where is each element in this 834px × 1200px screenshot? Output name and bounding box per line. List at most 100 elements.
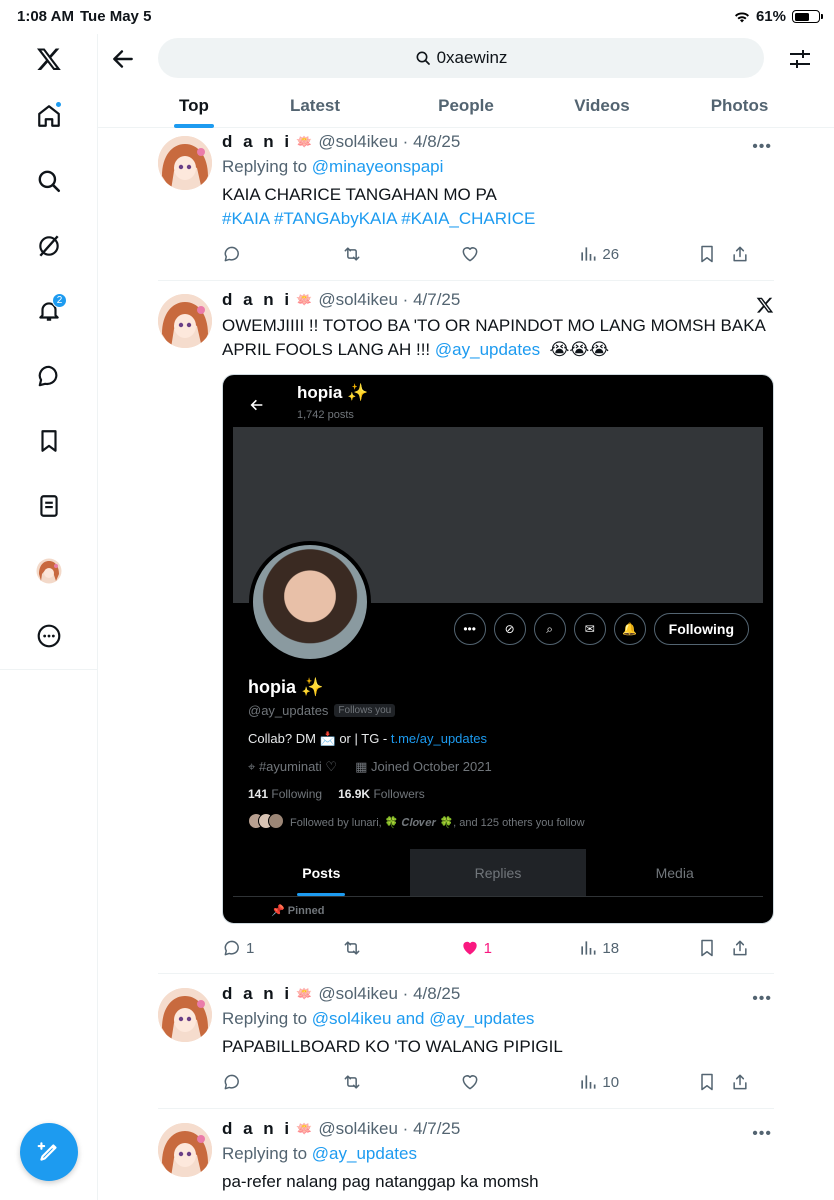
author-name[interactable]: d a n i [222,984,292,1004]
views-count: 10 [602,1073,620,1091]
repost-button[interactable] [341,936,451,960]
author-avatar[interactable] [158,136,212,190]
heart-filled-icon [462,941,477,955]
tab-latest[interactable]: Latest [230,84,400,128]
tweet-date[interactable]: 4/8/25 [413,132,460,152]
mention-link[interactable]: @ay_updates [435,340,540,359]
reply-icon [224,246,239,262]
tweet[interactable]: d a n i 🪷 @sol4ikeu · 4/7/25 ••• Replyin… [158,1115,774,1200]
profile-name: hopia ✨ [248,677,324,697]
location-icon: ⌖ #ayuminati ♡ [248,759,338,774]
author-handle[interactable]: @sol4ikeu [318,290,398,310]
reply-button[interactable] [222,242,332,266]
message-icon: ✉ [573,613,606,645]
x-logo-icon[interactable] [29,39,69,79]
author-handle[interactable]: @sol4ikeu [318,132,398,152]
tweet-media-image[interactable]: hopia ✨ 1,742 posts ••• ⊘ ⌕ ✉ 🔔 Followin… [222,374,774,924]
repost-icon [344,247,360,261]
tweet[interactable]: d a n i 🪷 @sol4ikeu · 4/8/25 ••• Replyin… [158,980,774,1108]
back-arrow-icon [250,399,263,411]
repost-icon [344,941,360,955]
share-button[interactable] [730,242,754,266]
tweet-date[interactable]: 4/7/25 [413,1119,460,1139]
bookmark-button[interactable] [697,242,721,266]
views-button[interactable]: 18 [578,936,688,960]
notifications-badge: 2 [52,293,67,308]
explore-search-icon[interactable] [29,161,69,201]
profile-tabs: Posts Replies Media [233,849,763,897]
share-button[interactable] [730,1070,754,1094]
more-options-icon[interactable]: ••• [752,1125,772,1143]
reply-button[interactable] [222,1070,332,1094]
repost-icon [344,1075,360,1089]
repost-button[interactable] [341,1070,451,1094]
profile-screenshot: hopia ✨ 1,742 posts ••• ⊘ ⌕ ✉ 🔔 Followin… [233,381,763,923]
profile-meta: ⌖ #ayuminati ♡ ▦ Joined October 2021 [248,759,492,775]
views-button[interactable]: 26 [578,242,688,266]
home-notification-dot [55,101,62,108]
tweet[interactable]: d a n i 🪷 @sol4ikeu · 4/7/25 OWEMJIIII !… [158,286,774,966]
status-date: Tue May 5 [80,8,152,25]
lotus-emoji: 🪷 [296,1121,313,1136]
grok-icon: ⊘ [493,613,526,645]
repost-button[interactable] [341,242,451,266]
bookmark-button[interactable] [697,1070,721,1094]
compose-post-button[interactable] [20,1123,78,1181]
tab-photos[interactable]: Photos [672,84,807,128]
like-button[interactable] [460,242,570,266]
tweet-date[interactable]: 4/8/25 [413,984,460,1004]
notifications-bell-icon[interactable]: 2 [29,291,69,331]
bookmark-icon [701,939,713,957]
sidebar-divider [0,669,98,670]
status-bar: 1:08 AM Tue May 5 61% [0,0,834,34]
reply-mention-link[interactable]: @sol4ikeu and @ay_updates [312,1009,535,1028]
more-options-icon[interactable] [29,616,69,656]
bookmark-button[interactable] [697,936,721,960]
author-handle[interactable]: @sol4ikeu [318,1119,398,1139]
lists-icon[interactable] [29,486,69,526]
author-handle[interactable]: @sol4ikeu [318,984,398,1004]
pinned-label: 📌 Pinned [271,905,325,917]
tab-posts: Posts [233,849,410,896]
search-filter-icon[interactable] [788,48,812,70]
like-button[interactable] [460,1070,570,1094]
x-logo-icon [756,297,774,313]
heart-icon [462,247,478,262]
tweet-actions: 10 [222,1070,754,1094]
author-avatar[interactable] [158,988,212,1042]
more-options-icon[interactable]: ••• [752,990,772,1008]
tab-top[interactable]: Top [158,84,230,128]
author-name[interactable]: d a n i [222,1119,292,1139]
share-button[interactable] [730,936,754,960]
views-count: 26 [602,245,620,263]
grok-icon[interactable] [29,226,69,266]
views-button[interactable]: 10 [578,1070,688,1094]
tab-videos[interactable]: Videos [532,84,672,128]
search-input[interactable]: 0xaewinz [158,38,764,78]
messages-icon[interactable] [29,356,69,396]
more-options-icon[interactable]: ••• [752,138,772,156]
author-name[interactable]: d a n i [222,132,292,152]
status-time: 1:08 AM [17,8,74,25]
bookmarks-icon[interactable] [29,421,69,461]
home-icon[interactable] [29,96,69,136]
profile-avatar[interactable] [29,551,69,591]
views-chart-icon [581,247,596,261]
sidebar-nav: 2 [0,34,98,1200]
author-avatar[interactable] [158,294,212,348]
tab-people[interactable]: People [400,84,532,128]
tweet[interactable]: d a n i 🪷 @sol4ikeu · 4/8/25 ••• Replyin… [158,128,774,278]
tweet-divider [158,1108,774,1109]
tweet-text: PAPABILLBOARD KO 'TO WALANG PIPIGIL [222,1037,563,1056]
share-icon [733,1074,747,1090]
reply-mention-link[interactable]: @minayeonspapi [312,157,444,176]
hashtag-links[interactable]: #KAIA #TANGAbyKAIA #KAIA_CHARICE [222,207,774,231]
tweet-date[interactable]: 4/7/25 [413,290,460,310]
author-avatar[interactable] [158,1123,212,1177]
like-button[interactable]: 1 [460,936,570,960]
author-name[interactable]: d a n i [222,290,292,310]
reply-mention-link[interactable]: @ay_updates [312,1144,417,1163]
like-count: 1 [483,939,492,957]
reply-button[interactable]: 1 [222,936,332,960]
back-arrow-icon[interactable] [110,46,136,72]
